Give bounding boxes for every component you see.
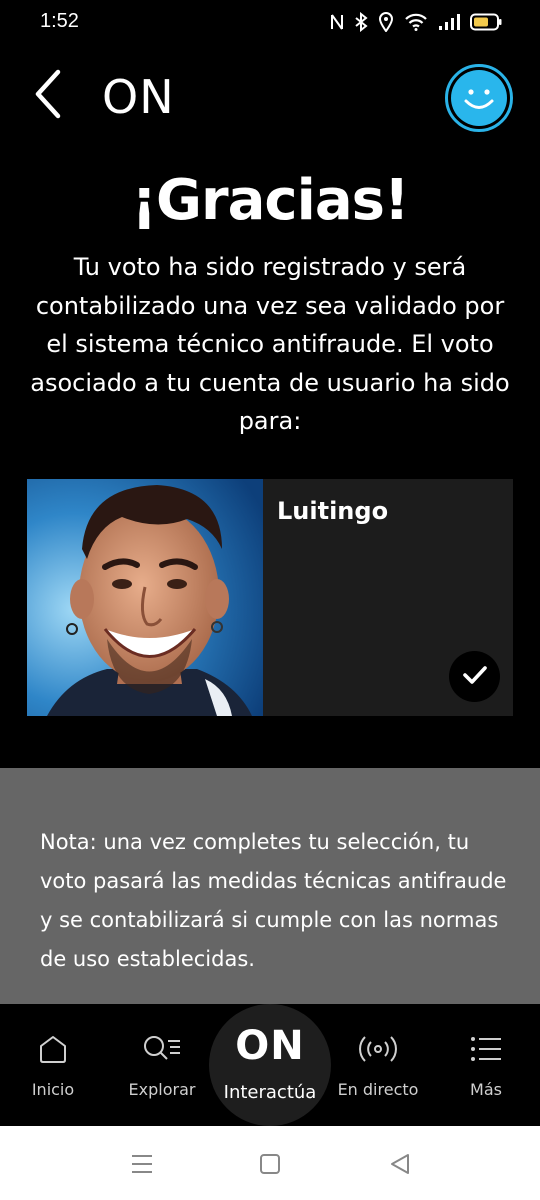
thanks-line: contabilizado una vez sea validado por [35, 291, 505, 320]
thanks-message: Tu voto ha sido registrado y será contab… [30, 248, 510, 441]
thanks-line: para: [238, 407, 302, 435]
wifi-icon [404, 13, 428, 31]
chevron-left-icon [32, 68, 62, 124]
nav-label: Inicio [31, 1080, 75, 1099]
thanks-line: el sistema técnico antifraude. El voto [46, 330, 494, 358]
home-icon [38, 1032, 68, 1066]
profile-avatar-button[interactable] [445, 64, 513, 132]
checkmark-icon [462, 664, 488, 690]
note-line: de uso establecidas. [40, 947, 255, 971]
status-time: 1:52 [40, 10, 79, 32]
candidate-card[interactable]: Luitingo [27, 479, 513, 716]
back-triangle-icon[interactable] [386, 1150, 414, 1178]
system-nav-bar [0, 1126, 540, 1200]
search-list-icon [142, 1032, 182, 1066]
note-line: voto pasará las medidas técnicas antifra… [40, 869, 507, 893]
app-header: ON [0, 56, 540, 136]
status-icons [330, 12, 502, 32]
smiley-icon [451, 70, 507, 126]
recent-apps-icon[interactable] [128, 1150, 156, 1178]
nfc-icon [330, 13, 344, 31]
note-box: Nota: una vez completes tu selección, tu… [0, 768, 540, 1004]
menu-list-icon [470, 1032, 502, 1066]
nav-item-interactua[interactable]: ON Interactúa [209, 1004, 331, 1126]
bottom-nav: Inicio Explorar ON Interactúa En directo… [0, 1004, 540, 1126]
bluetooth-icon [354, 12, 368, 32]
thanks-line: Tu voto ha sido registrado y será [73, 253, 467, 281]
nav-item-inicio[interactable]: Inicio [14, 1004, 92, 1126]
candidate-photo [27, 479, 263, 716]
on-logo-icon: ON [235, 1023, 305, 1069]
note-line: Nota: una vez completes tu selección, tu [40, 830, 470, 854]
note-text: Nota: una vez completes tu selección, tu… [40, 823, 510, 979]
location-icon [378, 12, 394, 32]
signal-icon [438, 13, 460, 31]
broadcast-icon [359, 1032, 397, 1066]
status-bar: 1:52 [0, 0, 540, 46]
nav-item-explorar[interactable]: Explorar [118, 1004, 206, 1126]
nav-item-mas[interactable]: Más [446, 1004, 526, 1126]
thanks-line: asociado a tu cuenta de usuario ha sido [30, 368, 510, 397]
nav-label: Más [470, 1080, 502, 1099]
candidate-name: Luitingo [277, 497, 389, 525]
nav-label: En directo [337, 1080, 419, 1099]
nav-label: Explorar [128, 1080, 196, 1099]
note-line: y se contabilizará si cumple con las nor… [40, 908, 499, 932]
nav-label: Interactúa [223, 1082, 317, 1103]
back-button[interactable] [32, 68, 72, 124]
nav-item-en-directo[interactable]: En directo [334, 1004, 422, 1126]
battery-icon [470, 13, 502, 31]
selected-check-button[interactable] [449, 651, 500, 702]
home-square-icon[interactable] [256, 1150, 284, 1178]
page-title: ON [102, 70, 175, 124]
thanks-heading: ¡Gracias! [131, 168, 410, 233]
